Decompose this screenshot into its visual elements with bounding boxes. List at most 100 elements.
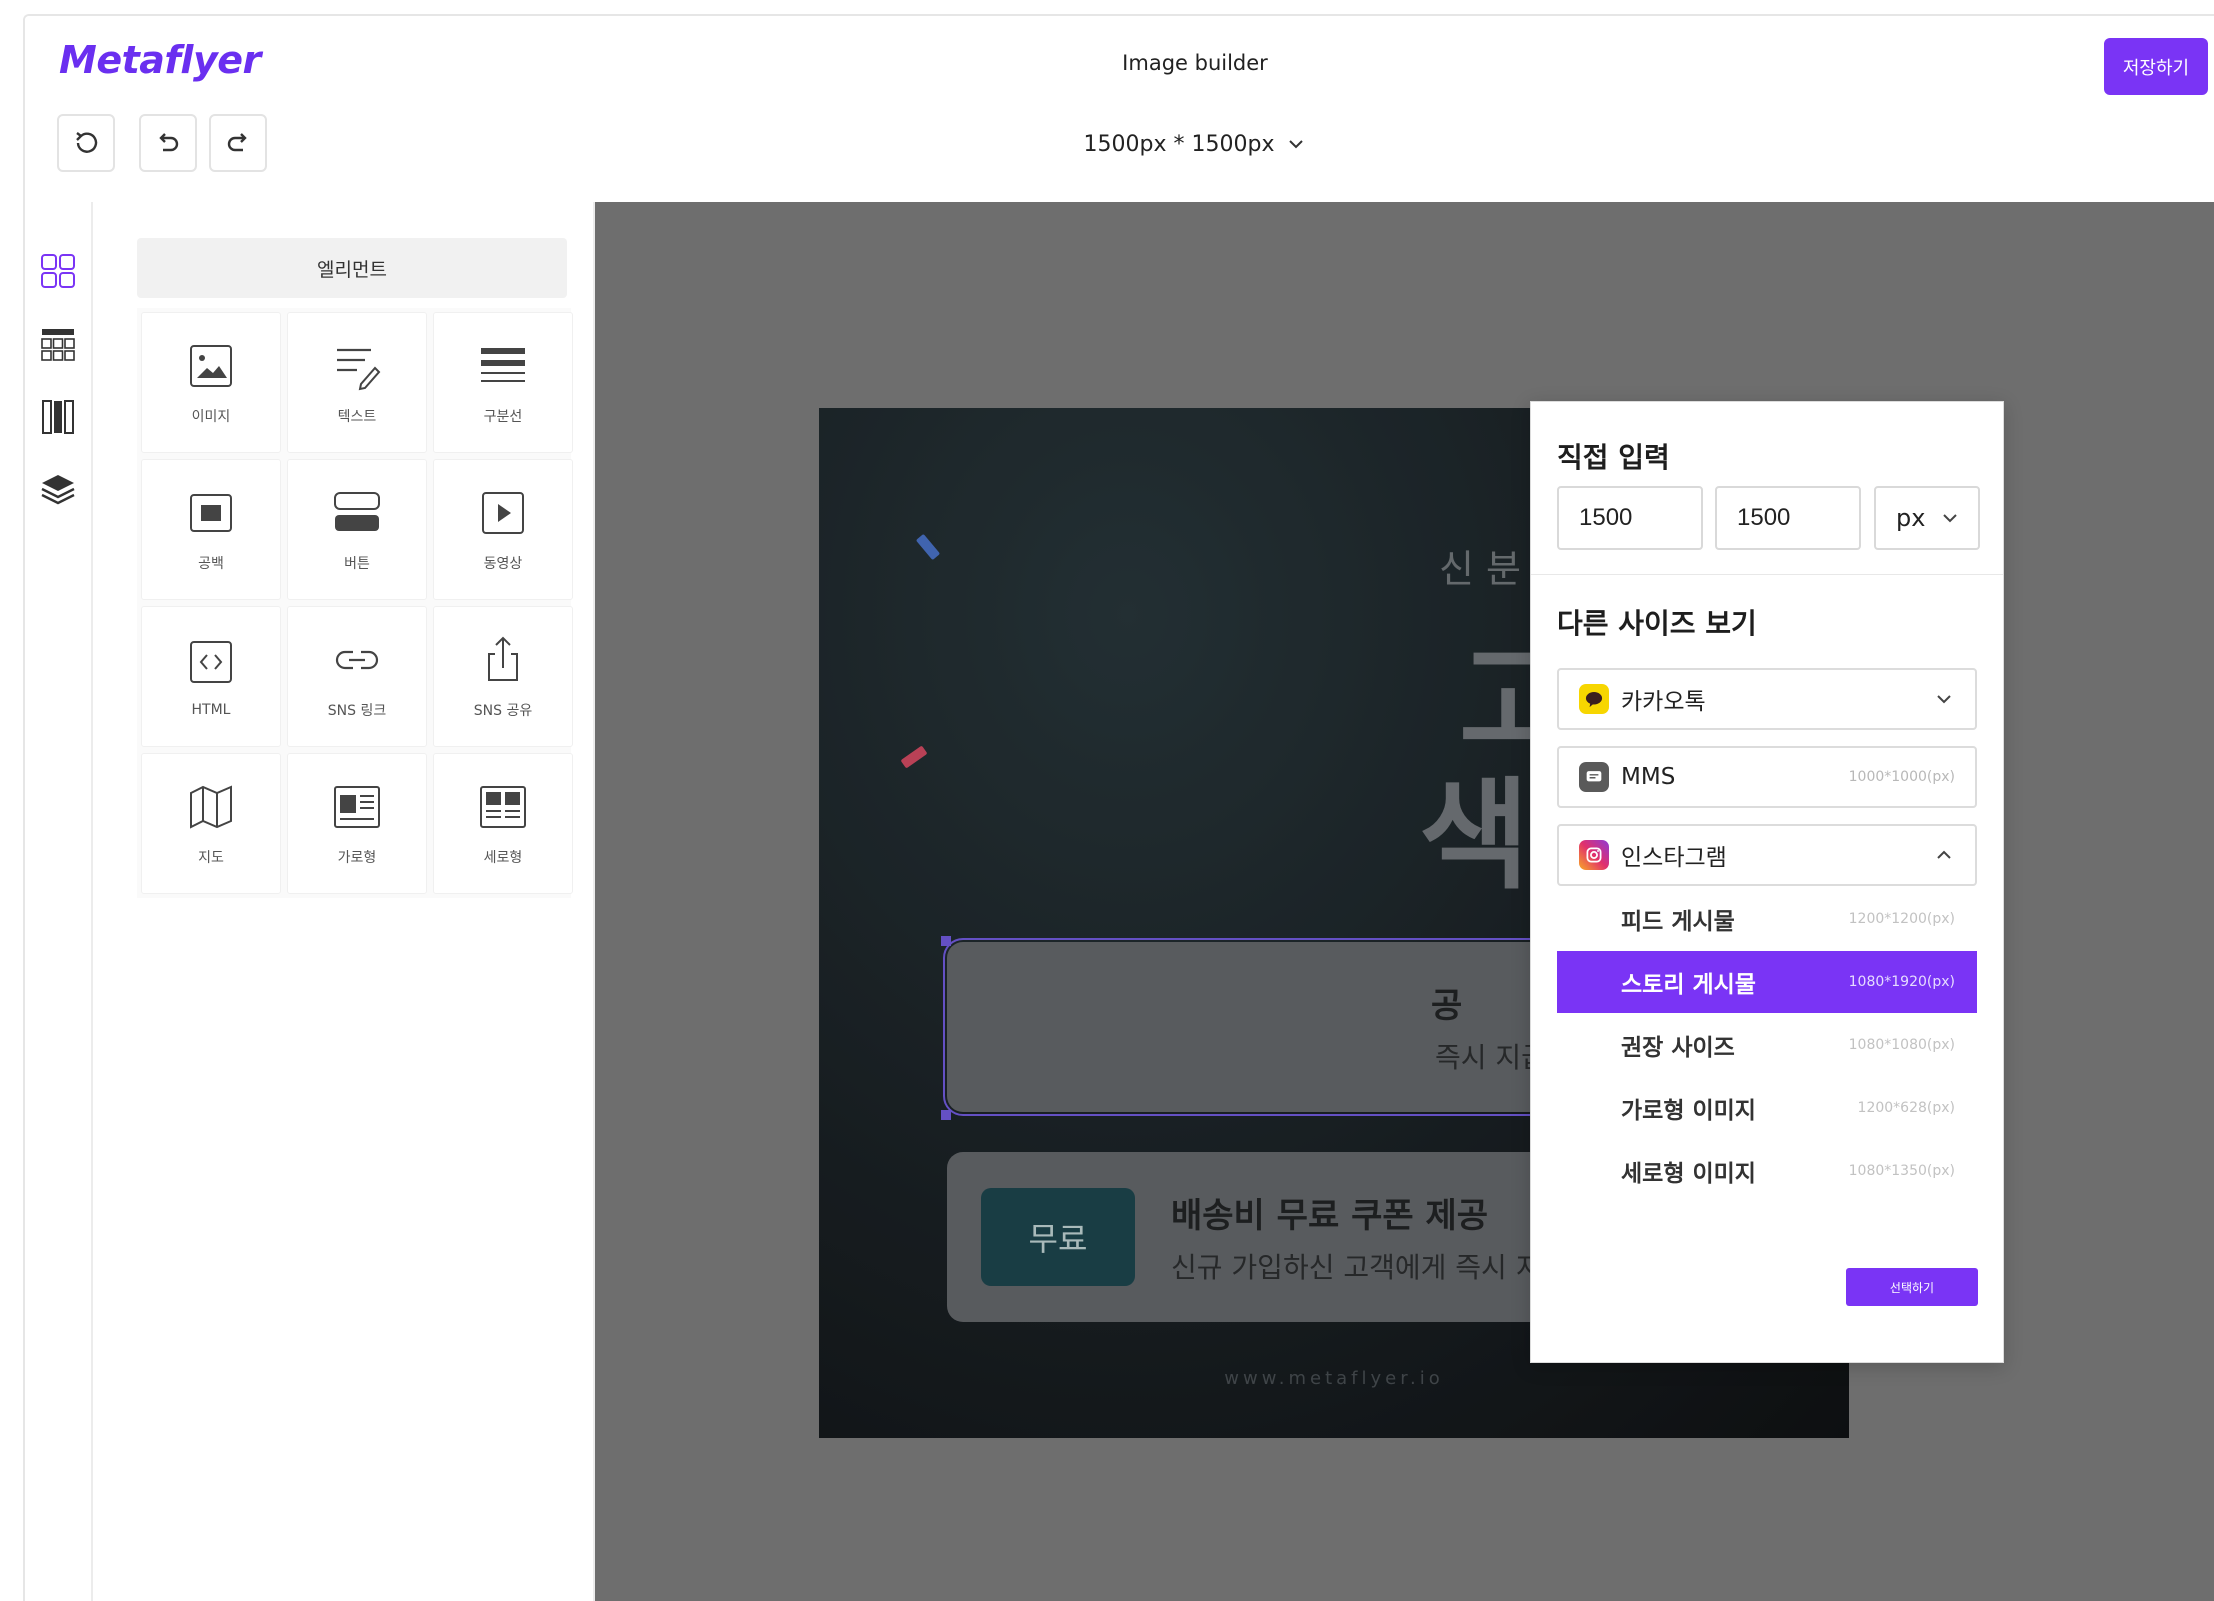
- spacer-icon: [190, 493, 232, 532]
- app-frame: Metaflyer Image builder 1500px * 1500px …: [23, 14, 2214, 1601]
- option-size: 1080*1080(px): [1848, 1037, 1955, 1053]
- element-html-tile[interactable]: HTML: [141, 606, 281, 747]
- option-label: 가로형 이미지: [1621, 1098, 1756, 1124]
- image-icon: [190, 344, 232, 387]
- direct-input-title: 직접 입력: [1557, 441, 1670, 474]
- undo-button[interactable]: [139, 114, 197, 172]
- rail-columns-button[interactable]: [35, 394, 81, 440]
- option-feed-post[interactable]: 피드 게시물 1200*1200(px): [1557, 888, 1977, 950]
- grid-icon: [41, 254, 75, 288]
- tool-rail: [25, 202, 93, 1601]
- element-sns-link-tile[interactable]: SNS 링크: [287, 606, 427, 747]
- element-label: 지도: [198, 849, 224, 866]
- canvas-size-popover: 직접 입력 px 다른 사이즈 보기 카카오톡 MMS: [1530, 401, 2004, 1363]
- element-label: 텍스트: [337, 408, 377, 425]
- option-size: 1080*1350(px): [1848, 1163, 1955, 1179]
- group-kakaotalk[interactable]: 카카오톡: [1557, 668, 1977, 730]
- group-mms[interactable]: MMS 1000*1000(px): [1557, 746, 1977, 808]
- option-landscape-image[interactable]: 가로형 이미지 1200*628(px): [1557, 1077, 1977, 1139]
- divider: [1531, 574, 2003, 575]
- option-story-post[interactable]: 스토리 게시물 1080*1920(px): [1557, 951, 1977, 1013]
- element-label: 가로형: [337, 849, 377, 866]
- element-divider-tile[interactable]: 구분선: [433, 312, 573, 453]
- element-label: 구분선: [483, 408, 523, 425]
- code-icon: [190, 640, 232, 683]
- option-label: 세로형 이미지: [1621, 1161, 1756, 1187]
- unit-value: px: [1896, 504, 1926, 532]
- vertical-layout-icon: [480, 785, 526, 828]
- option-portrait-image[interactable]: 세로형 이미지 1080*1350(px): [1557, 1140, 1977, 1202]
- share-icon: [488, 636, 518, 681]
- element-label: 동영상: [483, 555, 523, 572]
- element-label: 이미지: [191, 408, 231, 425]
- element-button-tile[interactable]: 버튼: [287, 459, 427, 600]
- elements-panel-title: 엘리먼트: [137, 238, 567, 298]
- chevron-up-icon: [1937, 850, 1951, 859]
- metaflyer-logo[interactable]: Metaflyer: [59, 38, 261, 82]
- canvas-area[interactable]: 신 분 누구나 고객 색 – ! 공 즉시 지급해드려요 무료 배송비 무료 쿠…: [595, 202, 2214, 1601]
- option-recommended-size[interactable]: 권장 사이즈 1080*1080(px): [1557, 1014, 1977, 1076]
- element-video-tile[interactable]: 동영상: [433, 459, 573, 600]
- undo-icon: [159, 133, 179, 152]
- element-vertical-tile[interactable]: 세로형: [433, 753, 573, 894]
- height-input[interactable]: [1715, 486, 1861, 550]
- width-input[interactable]: [1557, 486, 1703, 550]
- rail-table-button[interactable]: [35, 322, 81, 368]
- layers-icon: [41, 475, 75, 505]
- option-size: 1200*1200(px): [1848, 911, 1955, 927]
- element-spacer-tile[interactable]: 공백: [141, 459, 281, 600]
- element-label: HTML: [191, 701, 231, 718]
- table-icon: [41, 329, 75, 361]
- element-horizontal-tile[interactable]: 가로형: [287, 753, 427, 894]
- group-label: 인스타그램: [1621, 845, 1727, 871]
- select-button[interactable]: 선택하기: [1846, 1268, 1978, 1306]
- option-label: 권장 사이즈: [1621, 1035, 1735, 1061]
- page-title: Image builder: [1122, 51, 1268, 75]
- element-label: 세로형: [483, 849, 523, 866]
- top-header: Metaflyer Image builder 1500px * 1500px …: [25, 16, 2214, 202]
- message-icon: [1579, 762, 1609, 792]
- element-sns-share-tile[interactable]: SNS 공유: [433, 606, 573, 747]
- group-label: 카카오톡: [1621, 689, 1706, 715]
- link-icon: [335, 650, 379, 669]
- redo-icon: [227, 133, 247, 152]
- map-icon: [190, 784, 232, 829]
- element-map-tile[interactable]: 지도: [141, 753, 281, 894]
- columns-icon: [42, 400, 74, 434]
- element-label: SNS 공유: [473, 702, 533, 719]
- instagram-icon: [1579, 840, 1609, 870]
- element-label: SNS 링크: [327, 702, 387, 719]
- button-icon: [334, 491, 380, 531]
- option-size: 1080*1920(px): [1848, 974, 1955, 990]
- group-label: MMS: [1621, 764, 1676, 790]
- divider-icon: [481, 347, 525, 382]
- text-edit-icon: [337, 348, 381, 390]
- element-image-tile[interactable]: 이미지: [141, 312, 281, 453]
- option-size: 1200*628(px): [1857, 1100, 1955, 1116]
- element-label: 버튼: [344, 555, 370, 572]
- rail-elements-button[interactable]: [35, 248, 81, 294]
- save-button[interactable]: 저장하기: [2104, 38, 2208, 95]
- other-sizes-title: 다른 사이즈 보기: [1557, 607, 1757, 640]
- reset-button[interactable]: [57, 114, 115, 172]
- element-label: 공백: [198, 555, 224, 572]
- chevron-down-icon: [1943, 514, 1957, 523]
- unit-select[interactable]: px: [1874, 486, 1980, 550]
- chevron-down-icon: [1289, 140, 1304, 149]
- option-label: 피드 게시물: [1621, 909, 1735, 935]
- reset-icon: [76, 132, 98, 153]
- kakaotalk-icon: [1579, 684, 1609, 714]
- chevron-down-icon: [1937, 695, 1951, 704]
- group-size: 1000*1000(px): [1848, 769, 1955, 785]
- rail-layers-button[interactable]: [35, 466, 81, 512]
- element-text-tile[interactable]: 텍스트: [287, 312, 427, 453]
- elements-grid: 이미지 텍스트 구분선 공백 버튼 동영상 HTML SNS 링크 SNS 공유…: [137, 308, 573, 898]
- canvas-size-dropdown[interactable]: 1500px * 1500px: [1065, 124, 1325, 164]
- option-label: 스토리 게시물: [1621, 972, 1756, 998]
- group-instagram[interactable]: 인스타그램: [1557, 824, 1977, 886]
- video-icon: [482, 491, 524, 534]
- canvas-size-value: 1500px * 1500px: [1083, 131, 1275, 157]
- redo-button[interactable]: [209, 114, 267, 172]
- horizontal-layout-icon: [334, 785, 380, 828]
- elements-panel: 엘리먼트 이미지 텍스트 구분선 공백 버튼 동영상 HTML SNS 링크 S…: [93, 202, 595, 1601]
